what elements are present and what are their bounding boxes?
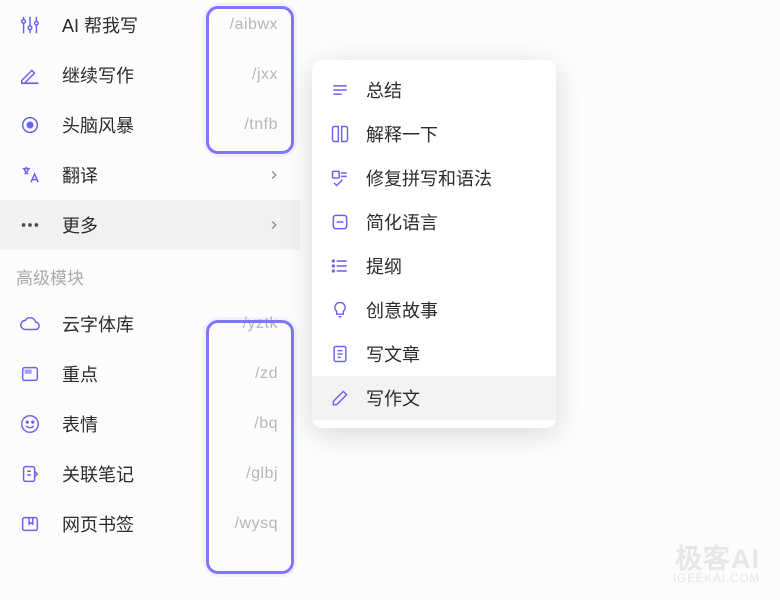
sliders-icon	[16, 11, 44, 39]
minus-square-icon	[328, 210, 352, 234]
popup-item-outline[interactable]: 提纲	[312, 244, 556, 288]
chevron-right-icon	[267, 218, 281, 232]
linked-doc-icon	[16, 460, 44, 488]
pen-line-icon	[16, 61, 44, 89]
menu-item-label: 表情	[62, 411, 254, 437]
menu-item-shortcut: /wysq	[235, 515, 278, 533]
menu-item-label: 重点	[62, 361, 255, 387]
section-title-advanced: 高级模块	[0, 250, 300, 299]
menu-item-shortcut: /tnfb	[244, 116, 278, 134]
document-icon	[328, 342, 352, 366]
menu-item-more[interactable]: 更多	[0, 200, 300, 250]
bookmark-icon	[16, 510, 44, 538]
menu-item-continue-write[interactable]: 继续写作 /jxx	[0, 50, 300, 100]
menu-item-shortcut: /aibwx	[230, 16, 278, 34]
popup-item-label: 总结	[366, 77, 402, 103]
menu-item-label: 关联笔记	[62, 461, 246, 487]
menu-item-translate[interactable]: 翻译	[0, 150, 300, 200]
popup-item-story[interactable]: 创意故事	[312, 288, 556, 332]
target-icon	[16, 111, 44, 139]
menu-item-shortcut: /jxx	[252, 66, 278, 84]
edit-icon	[328, 386, 352, 410]
menu-item-highlight[interactable]: 重点 /zd	[0, 349, 300, 399]
translate-icon	[16, 161, 44, 189]
watermark-title: 极客AI	[673, 537, 760, 576]
smile-icon	[16, 410, 44, 438]
popup-item-label: 提纲	[366, 253, 402, 279]
popup-item-summary[interactable]: 总结	[312, 68, 556, 112]
more-icon	[16, 211, 44, 239]
summary-icon	[328, 78, 352, 102]
chevron-right-icon	[267, 168, 281, 182]
menu-item-shortcut: /yztk	[243, 315, 278, 333]
watermark-url: IGEEKAI.COM	[673, 573, 760, 585]
menu-item-label: 继续写作	[62, 62, 252, 88]
callout-icon	[16, 360, 44, 388]
popup-item-article[interactable]: 写文章	[312, 332, 556, 376]
sidebar: AI 帮我写 /aibwx 继续写作 /jxx 头脑风暴 /tnfb 翻译	[0, 0, 300, 549]
menu-item-shortcut: /bq	[254, 415, 278, 433]
popup-item-label: 修复拼写和语法	[366, 165, 492, 191]
watermark: 极客AI IGEEKAI.COM	[673, 537, 760, 585]
popup-item-label: 写作文	[366, 385, 420, 411]
menu-item-label: 网页书签	[62, 511, 235, 537]
menu-item-label: 翻译	[62, 162, 267, 188]
popup-item-essay[interactable]: 写作文	[312, 376, 556, 420]
spellcheck-icon	[328, 166, 352, 190]
popup-item-label: 写文章	[366, 341, 420, 367]
list-icon	[328, 254, 352, 278]
menu-item-bookmark[interactable]: 网页书签 /wysq	[0, 499, 300, 549]
menu-item-label: 头脑风暴	[62, 112, 244, 138]
menu-item-ai-write[interactable]: AI 帮我写 /aibwx	[0, 0, 300, 50]
submenu-popup: 总结 解释一下 修复拼写和语法 简化语言 提纲 创意故事 写文章	[312, 60, 556, 428]
popup-item-fix-grammar[interactable]: 修复拼写和语法	[312, 156, 556, 200]
menu-item-cloud-fonts[interactable]: 云字体库 /yztk	[0, 299, 300, 349]
menu-item-label: AI 帮我写	[62, 12, 230, 38]
menu-item-shortcut: /glbj	[246, 465, 278, 483]
menu-item-label: 云字体库	[62, 311, 243, 337]
popup-item-label: 简化语言	[366, 209, 438, 235]
menu-item-shortcut: /zd	[255, 365, 278, 383]
popup-item-label: 创意故事	[366, 297, 438, 323]
popup-item-label: 解释一下	[366, 121, 438, 147]
book-icon	[328, 122, 352, 146]
menu-item-label: 更多	[62, 212, 267, 238]
menu-item-brainstorm[interactable]: 头脑风暴 /tnfb	[0, 100, 300, 150]
lightbulb-icon	[328, 298, 352, 322]
popup-item-explain[interactable]: 解释一下	[312, 112, 556, 156]
cloud-icon	[16, 310, 44, 338]
menu-item-linked-note[interactable]: 关联笔记 /glbj	[0, 449, 300, 499]
menu-item-emoji[interactable]: 表情 /bq	[0, 399, 300, 449]
popup-item-simplify[interactable]: 简化语言	[312, 200, 556, 244]
